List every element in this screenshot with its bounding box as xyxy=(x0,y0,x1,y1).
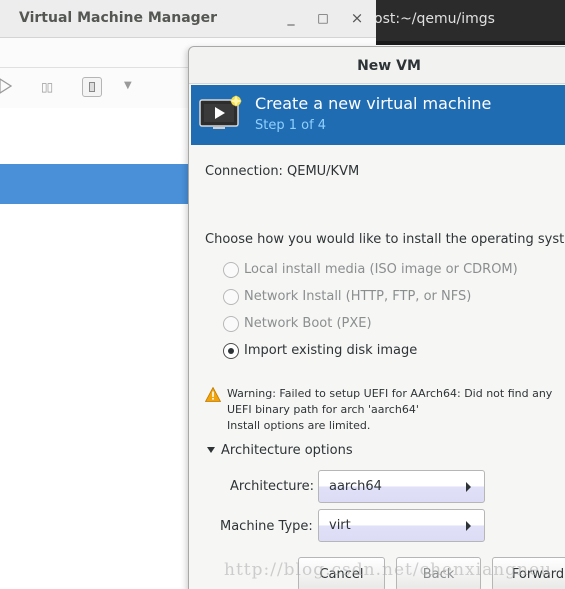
warning-line: Warning: Failed to setup UEFI for AArch6… xyxy=(227,387,553,400)
stop-icon-inner xyxy=(89,82,95,92)
minimize-button[interactable]: _ xyxy=(282,9,300,27)
close-button[interactable]: × xyxy=(348,9,366,27)
wizard-title: Create a new virtual machine xyxy=(255,94,492,113)
connection-label: Connection: xyxy=(205,164,283,179)
architecture-combobox[interactable]: aarch64 xyxy=(318,470,485,503)
stop-icon[interactable] xyxy=(82,77,102,97)
dialog-titlebar[interactable]: New VM xyxy=(189,47,565,84)
machine-type-label: Machine Type: xyxy=(220,519,313,534)
connection-value: QEMU/KVM xyxy=(287,164,360,179)
terminal-title: ost:~/qemu/imgs xyxy=(374,11,495,27)
maximize-button[interactable]: □ xyxy=(314,9,332,27)
architecture-value: aarch64 xyxy=(329,479,382,494)
install-option-label: Network Install (HTTP, FTP, or NFS) xyxy=(244,289,472,304)
vmm-title: Virtual Machine Manager xyxy=(19,10,218,26)
new-vm-monitor-icon xyxy=(199,95,242,129)
wizard-step-indicator: Step 1 of 4 xyxy=(255,118,327,133)
new-vm-dialog: New VM Create a new virtual machine Step… xyxy=(188,46,565,589)
warning-line: UEFI binary path for arch 'aarch64' xyxy=(227,403,419,416)
install-option-label: Local install media (ISO image or CDROM) xyxy=(244,262,518,277)
radio-button-selected[interactable] xyxy=(223,343,239,359)
radio-button[interactable] xyxy=(223,289,239,305)
radio-button[interactable] xyxy=(223,316,239,332)
chevron-right-icon xyxy=(466,521,471,531)
pause-icon[interactable]: ▯▯ xyxy=(41,80,53,94)
chevron-down-icon[interactable]: ▼ xyxy=(124,80,132,91)
warning-line: Install options are limited. xyxy=(227,419,371,432)
radio-button[interactable] xyxy=(223,262,239,278)
expander-label: Architecture options xyxy=(221,443,353,458)
machine-type-value: virt xyxy=(329,518,351,533)
watermark: http://blog.csdn.net/chenxiangneu xyxy=(224,560,552,580)
play-icon[interactable] xyxy=(0,78,12,94)
architecture-label: Architecture: xyxy=(230,479,314,494)
wizard-header: Create a new virtual machine Step 1 of 4 xyxy=(191,85,565,145)
install-method-prompt: Choose how you would like to install the… xyxy=(205,232,565,247)
vm-list-selected-row[interactable] xyxy=(0,164,188,204)
chevron-right-icon xyxy=(466,482,471,492)
vmm-titlebar[interactable]: Virtual Machine Manager _ □ × xyxy=(0,0,376,38)
machine-type-combobox[interactable]: virt xyxy=(318,509,485,542)
install-option-label: Network Boot (PXE) xyxy=(244,316,372,331)
radio-dot xyxy=(228,348,234,354)
dialog-title: New VM xyxy=(357,58,421,74)
terminal-divider xyxy=(376,41,565,45)
warning-message: Warning: Failed to setup UEFI for AArch6… xyxy=(227,386,552,434)
expander-arrow-icon xyxy=(207,447,215,453)
warning-icon xyxy=(205,387,221,402)
install-option-label: Import existing disk image xyxy=(244,343,418,358)
